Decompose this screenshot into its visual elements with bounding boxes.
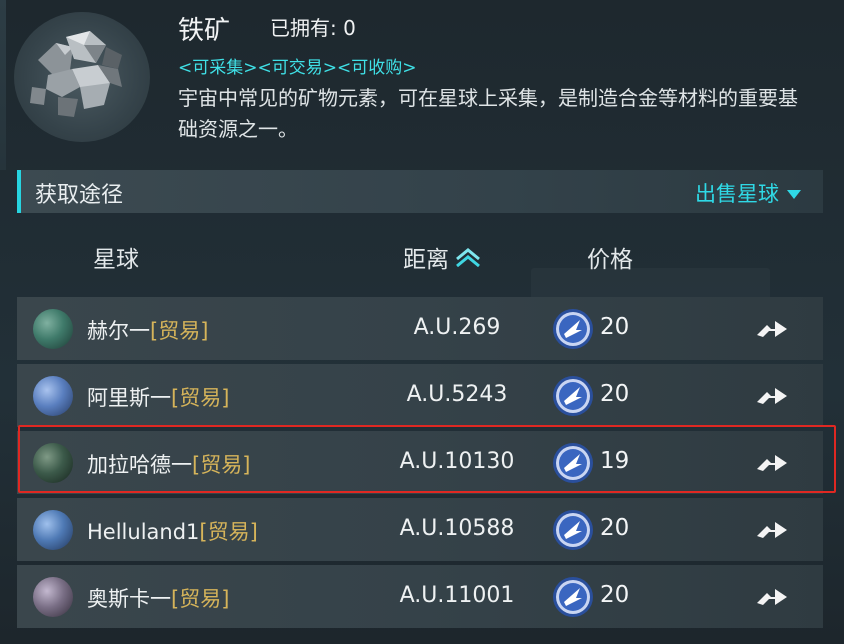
distance-header-label: 距离 bbox=[403, 247, 449, 273]
item-description: 宇宙中常见的矿物元素，可在星球上采集，是制造合金等材料的重要基础资源之一。 bbox=[178, 86, 798, 141]
planet-price: 20 bbox=[600, 515, 630, 541]
planet-icon bbox=[33, 577, 73, 617]
planet-icon bbox=[33, 309, 73, 349]
planet-name: 赫尔一[贸易] bbox=[87, 319, 209, 343]
go-arrow-icon[interactable] bbox=[755, 585, 789, 609]
planet-row[interactable]: Helluland1[贸易] A.U.10588 20 bbox=[17, 498, 823, 561]
go-arrow-icon[interactable] bbox=[755, 317, 789, 341]
planet-price: 19 bbox=[600, 448, 630, 474]
credit-coin-icon bbox=[553, 443, 593, 483]
planet-distance: A.U.10588 bbox=[399, 516, 515, 541]
item-tags: <可采集><可交易><可收购> bbox=[178, 58, 417, 78]
go-arrow-icon[interactable] bbox=[755, 384, 789, 408]
section-accent bbox=[17, 170, 21, 213]
column-header-planet: 星球 bbox=[93, 247, 139, 273]
planet-distance: A.U.10130 bbox=[399, 449, 515, 474]
sell-planet-filter[interactable]: 出售星球 bbox=[695, 178, 801, 208]
item-name: 铁矿 bbox=[178, 16, 231, 46]
credit-coin-icon bbox=[553, 577, 593, 617]
planet-icon bbox=[33, 376, 73, 416]
column-header-distance[interactable]: 距离 bbox=[403, 240, 481, 274]
planet-icon bbox=[33, 443, 73, 483]
planet-price: 20 bbox=[600, 381, 630, 407]
planet-name: 阿里斯一[贸易] bbox=[87, 386, 230, 410]
planet-row[interactable]: 赫尔一[贸易] A.U.269 20 bbox=[17, 297, 823, 360]
credit-coin-icon bbox=[553, 309, 593, 349]
column-header-price: 价格 bbox=[587, 247, 633, 273]
planet-price: 20 bbox=[600, 314, 630, 340]
credit-coin-icon bbox=[553, 376, 593, 416]
acquire-section-header: 获取途径 出售星球 bbox=[17, 170, 823, 213]
triangle-down-icon bbox=[787, 189, 801, 199]
go-arrow-icon[interactable] bbox=[755, 451, 789, 475]
credit-coin-icon bbox=[553, 510, 593, 550]
acquire-title: 获取途径 bbox=[35, 183, 124, 208]
planet-row[interactable]: 阿里斯一[贸易] A.U.5243 20 bbox=[17, 364, 823, 427]
owned-count: 已拥有: 0 bbox=[270, 16, 356, 40]
planet-distance: A.U.269 bbox=[413, 315, 501, 340]
iron-ore-icon bbox=[30, 31, 122, 117]
planet-distance: A.U.11001 bbox=[399, 583, 515, 608]
filter-label: 出售星球 bbox=[695, 182, 779, 206]
planet-distance: A.U.5243 bbox=[406, 382, 508, 407]
planet-name: 加拉哈德一[贸易] bbox=[87, 453, 251, 477]
side-edge bbox=[0, 0, 6, 170]
planet-name: Helluland1[贸易] bbox=[87, 520, 258, 544]
go-arrow-icon[interactable] bbox=[755, 518, 789, 542]
planet-icon bbox=[33, 510, 73, 550]
planet-name: 奥斯卡一[贸易] bbox=[87, 587, 230, 611]
planet-row[interactable]: 加拉哈德一[贸易] A.U.10130 19 bbox=[17, 431, 823, 494]
planet-price: 20 bbox=[600, 582, 630, 608]
double-chevron-up-icon bbox=[456, 248, 480, 267]
planet-row[interactable]: 奥斯卡一[贸易] A.U.11001 20 bbox=[17, 565, 823, 628]
